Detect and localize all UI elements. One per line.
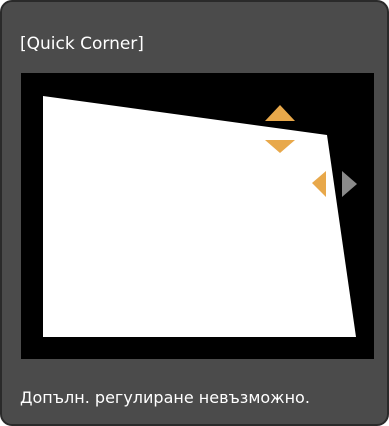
projected-image-shape xyxy=(43,96,356,337)
arrow-right-icon[interactable] xyxy=(342,171,357,197)
projection-preview xyxy=(21,73,374,359)
status-message: Допълн. регулиране невъзможно. xyxy=(20,388,310,407)
quick-corner-dialog: [Quick Corner] Допълн. регулиране невъзм… xyxy=(0,0,389,426)
arrow-up-icon[interactable] xyxy=(265,105,295,121)
dialog-title: [Quick Corner] xyxy=(20,34,144,54)
preview-canvas xyxy=(43,96,357,337)
